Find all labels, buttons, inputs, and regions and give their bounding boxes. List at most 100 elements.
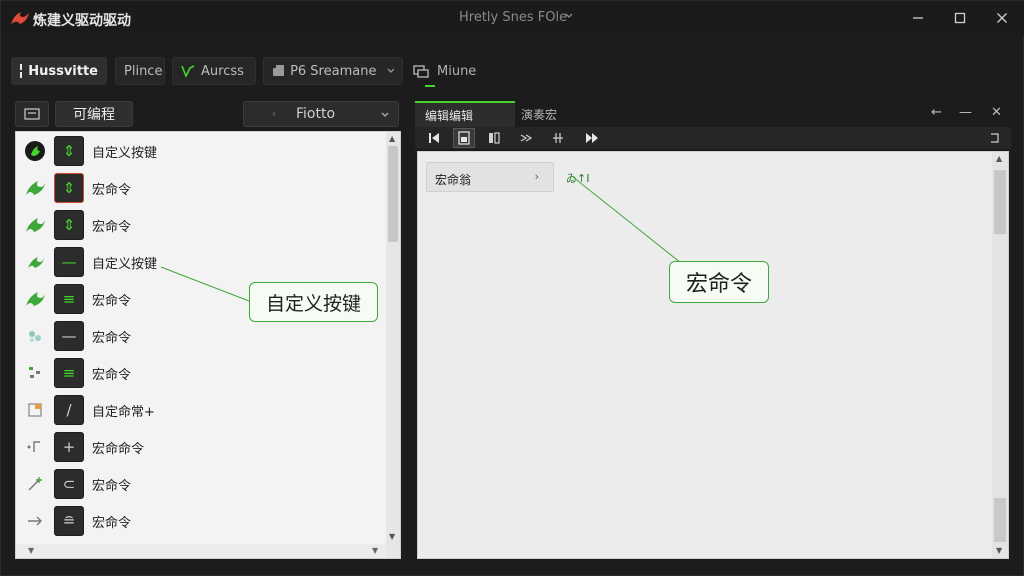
minimize-panel-icon[interactable]: — — [959, 105, 972, 120]
key-button[interactable]: — — [54, 247, 84, 277]
key-button[interactable]: ⊂ — [54, 469, 84, 499]
dots-icon — [24, 325, 46, 347]
record-button[interactable] — [453, 128, 475, 148]
minimize-button[interactable] — [903, 7, 933, 29]
file-icon — [24, 399, 46, 421]
vertical-scrollbar[interactable]: ▲ ▼ — [386, 132, 400, 558]
list-item[interactable]: — 宏命令 — [16, 317, 386, 354]
key-button[interactable]: ≘ — [54, 506, 84, 536]
macro-dropdown[interactable]: 宏命翁 › — [426, 162, 554, 192]
key-glyph: ⇕ — [62, 142, 76, 160]
key-glyph: ⇕ — [62, 179, 76, 197]
skip-start-icon — [429, 133, 439, 143]
key-button[interactable]: ⇕ — [54, 210, 84, 240]
grid-icon — [20, 64, 23, 78]
close-icon — [997, 13, 1007, 23]
toolbar-aurcss-label: Aurcss — [201, 63, 244, 79]
toolbar-hussvitte-label: Hussvitte — [28, 63, 98, 79]
fast-forward-button[interactable] — [581, 128, 603, 148]
scroll-left-icon[interactable]: ▼ — [28, 546, 34, 555]
macro-canvas[interactable]: 宏命翁 › ゐ↑I ▲ ▼ — [417, 151, 1009, 559]
wave-icon — [181, 65, 195, 78]
list-item[interactable]: ⊂ 宏命令 — [16, 465, 386, 502]
callout-custom-key: 自定义按键 — [249, 282, 378, 322]
key-glyph: ≡ — [62, 364, 76, 382]
key-button[interactable]: ≡ — [54, 358, 84, 388]
razer-snake-icon — [24, 251, 46, 273]
sparkle-arrow-icon — [24, 473, 46, 495]
list-item[interactable]: ⇕ 宏命令 — [16, 206, 386, 243]
list-item-label: 宏命令 — [92, 516, 132, 531]
key-button[interactable]: + — [54, 432, 84, 462]
key-button[interactable]: ⇕ — [54, 173, 84, 203]
key-glyph: — — [61, 253, 77, 271]
horizontal-scrollbar[interactable]: ▼ ▼ — [16, 544, 386, 558]
profile-dropdown-value: Fiotto — [296, 106, 336, 122]
skip-start-button[interactable] — [423, 128, 445, 148]
toolbar-plince-button[interactable]: Plince — [115, 57, 165, 85]
razer-snake-icon — [24, 214, 46, 236]
toolbar-aurcss-button[interactable]: Aurcss — [172, 57, 256, 85]
chevron-right-icon: › — [534, 170, 539, 183]
list-item-label: 宏命命令 — [92, 442, 145, 457]
list-item-label: 宏命令 — [92, 479, 132, 494]
canvas-scrollbar[interactable]: ▲ ▼ — [992, 152, 1008, 558]
list-item[interactable]: + 宏命命令 — [16, 428, 386, 465]
list-item-label: 宏命令 — [92, 183, 132, 198]
scrollbar-thumb-lower[interactable] — [994, 498, 1006, 542]
assignment-list: ⇕ 自定义按键 ⇕ 宏命令 ⇕ 宏命令 — 自定义按键 ≡ 宏命令 — 宏命令 — [15, 131, 401, 559]
minimize-icon — [913, 17, 923, 19]
scroll-down-icon[interactable]: ▼ — [389, 532, 395, 541]
tab-macro[interactable]: 演奏宏 — [521, 101, 585, 127]
bracket-icon — [24, 436, 46, 458]
toolbar-sreamane-button[interactable]: P6 Sreamane — [263, 57, 403, 85]
app-title: 炼建义驱动驱动 — [33, 13, 131, 29]
exit-button[interactable] — [983, 128, 1005, 148]
trim-button[interactable] — [547, 128, 569, 148]
active-indicator — [425, 85, 435, 87]
toolbar-miune-button[interactable]: Miune — [413, 57, 476, 85]
split-icon — [520, 134, 532, 142]
panel-toggle-button[interactable] — [15, 101, 49, 127]
tab-editor[interactable]: 编辑编辑 — [415, 101, 515, 127]
list-item[interactable]: ≡ 宏命令 — [16, 354, 386, 391]
scroll-down-icon[interactable]: ▼ — [996, 546, 1002, 555]
document-title[interactable]: Hretly Snes FOle — [459, 10, 567, 25]
key-button[interactable]: ⇕ — [54, 136, 84, 166]
split-button[interactable] — [515, 128, 537, 148]
back-arrow-icon[interactable]: ← — [931, 105, 942, 120]
chevron-down-icon — [381, 112, 389, 117]
list-item-label: 宏命令 — [92, 368, 132, 383]
maximize-button[interactable] — [945, 7, 975, 29]
toolbar-hussvitte-button[interactable]: Hussvitte — [11, 57, 107, 85]
tab-programmable[interactable]: 可编程 — [55, 101, 133, 127]
main-toolbar: Hussvitte Plince Aurcss P6 Sreamane Miun… — [1, 57, 1024, 89]
columns-button[interactable] — [483, 128, 505, 148]
list-item[interactable]: ⇕ 宏命令 — [16, 169, 386, 206]
fast-forward-icon — [586, 133, 598, 143]
scrollbar-thumb[interactable] — [388, 146, 398, 242]
left-panel-header: 可编程 ‹ Fiotto — [15, 101, 401, 129]
chevron-down-icon[interactable] — [564, 11, 574, 21]
list-item[interactable]: / 自定命常+ — [16, 391, 386, 428]
scroll-up-icon[interactable]: ▲ — [996, 154, 1002, 163]
key-button[interactable]: ≡ — [54, 284, 84, 314]
scroll-up-icon[interactable]: ▲ — [389, 134, 395, 143]
scroll-right-icon[interactable]: ▼ — [372, 546, 378, 555]
arrow-right-icon — [24, 510, 46, 532]
close-button[interactable] — [987, 7, 1017, 29]
profile-dropdown[interactable]: ‹ Fiotto — [243, 101, 399, 127]
macro-dropdown-value: 宏命翁 — [435, 173, 472, 187]
toolbar-plince-label: Plince — [124, 63, 163, 79]
scatter-icon — [24, 362, 46, 384]
list-item[interactable]: ⇕ 自定义按键 — [16, 132, 386, 169]
key-glyph: — — [61, 327, 77, 345]
editor-toolbar — [415, 127, 1011, 149]
key-button[interactable]: / — [54, 395, 84, 425]
scrollbar-thumb[interactable] — [994, 170, 1006, 234]
trim-icon — [553, 133, 563, 143]
list-item[interactable]: — 自定义按键 — [16, 243, 386, 280]
key-button[interactable]: — — [54, 321, 84, 351]
close-panel-icon[interactable]: ✕ — [991, 105, 1002, 120]
list-item[interactable]: ≘ 宏命令 — [16, 502, 386, 539]
